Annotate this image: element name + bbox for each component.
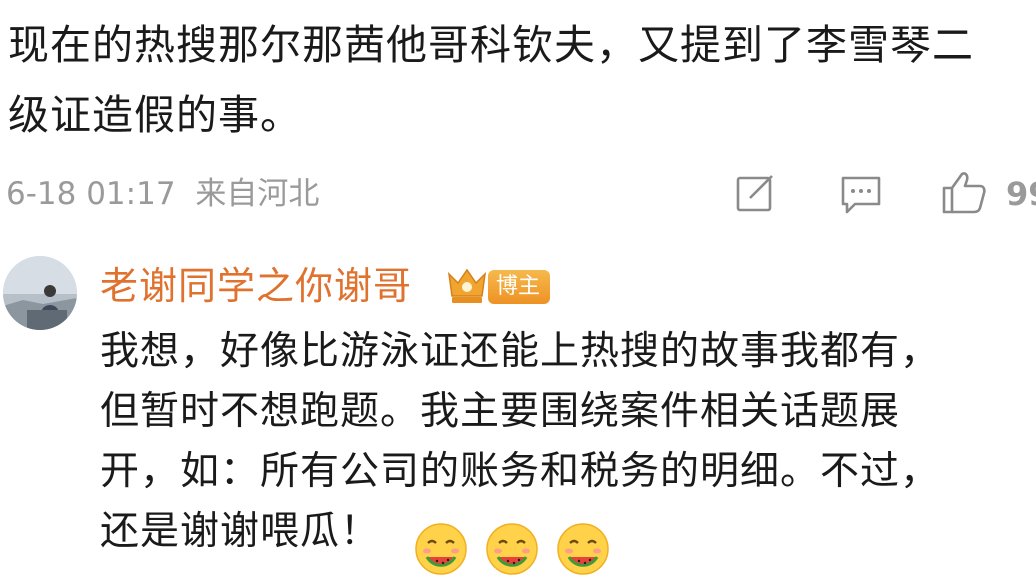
- post-timestamp: 6-18 01:17: [6, 176, 176, 212]
- post-meta: 6-18 01:17 来自河北: [6, 172, 319, 216]
- post-meta-row: 6-18 01:17 来自河北 99: [6, 172, 1036, 216]
- avatar[interactable]: [3, 256, 77, 330]
- reply-text-line: 开，如：所有公司的账务和税务的明细。不过，: [100, 449, 941, 494]
- comment-icon[interactable]: [839, 174, 883, 216]
- author-badge: 博主: [488, 270, 551, 304]
- melon-eating-emoji: [486, 523, 538, 575]
- post-text-line: 级证造假的事。: [8, 91, 302, 139]
- like-count: 99: [1006, 175, 1036, 213]
- post-location: 来自河北: [195, 176, 320, 212]
- post-text: 现在的热搜那尔那茜他哥科钦夫，又提到了李雪琴二 级证造假的事。: [8, 10, 1036, 150]
- edit-icon[interactable]: [734, 174, 778, 214]
- reply-author-name[interactable]: 老谢同学之你谢哥: [100, 258, 412, 314]
- crown-icon: [446, 266, 488, 310]
- melon-eating-emoji: [557, 523, 609, 575]
- post-text-line: 现在的热搜那尔那茜他哥科钦夫，又提到了李雪琴二: [8, 21, 974, 69]
- melon-eating-emoji: [415, 523, 467, 575]
- reply-text-line: 但暂时不想跑题。我主要围绕案件相关话题展: [100, 389, 901, 434]
- like-icon[interactable]: [940, 168, 988, 216]
- reply-text-line: 我想，好像比游泳证还能上热搜的故事我都有，: [100, 329, 941, 374]
- emoji-row: [413, 521, 621, 577]
